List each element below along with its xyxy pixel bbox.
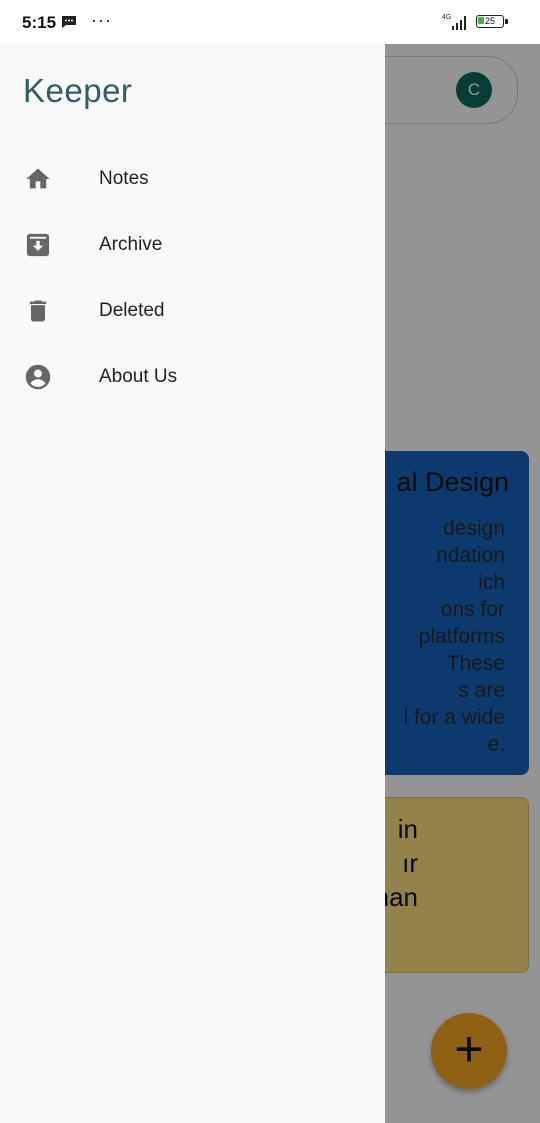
battery-icon: 25 (476, 15, 510, 30)
trash-icon (29, 300, 47, 322)
status-time: 5:15 (22, 13, 57, 32)
more-notifications-icon: ··· (91, 10, 112, 30)
drawer-item-deleted[interactable]: Deleted (0, 282, 385, 342)
drawer-item-notes[interactable]: Notes (0, 150, 385, 210)
battery-level: 25 (484, 16, 495, 26)
message-icon (62, 16, 76, 28)
drawer-item-label: Notes (99, 168, 149, 189)
drawer-item-about-us[interactable]: About Us (0, 348, 385, 408)
drawer-item-archive[interactable]: Archive (0, 216, 385, 276)
archive-icon (26, 233, 50, 257)
navigation-drawer: Keeper Notes Archive Deleted About Us (0, 44, 385, 1123)
status-bar: 5:15 ··· 4G 25 (0, 0, 540, 44)
network-type-label: 4G (442, 14, 451, 21)
drawer-item-label: About Us (99, 366, 178, 387)
app-title: Keeper (23, 72, 133, 109)
account-circle-icon (25, 364, 51, 390)
drawer-item-label: Deleted (99, 300, 165, 321)
signal-icon: 4G (442, 14, 466, 30)
home-icon (26, 168, 50, 189)
drawer-item-label: Archive (99, 234, 163, 255)
